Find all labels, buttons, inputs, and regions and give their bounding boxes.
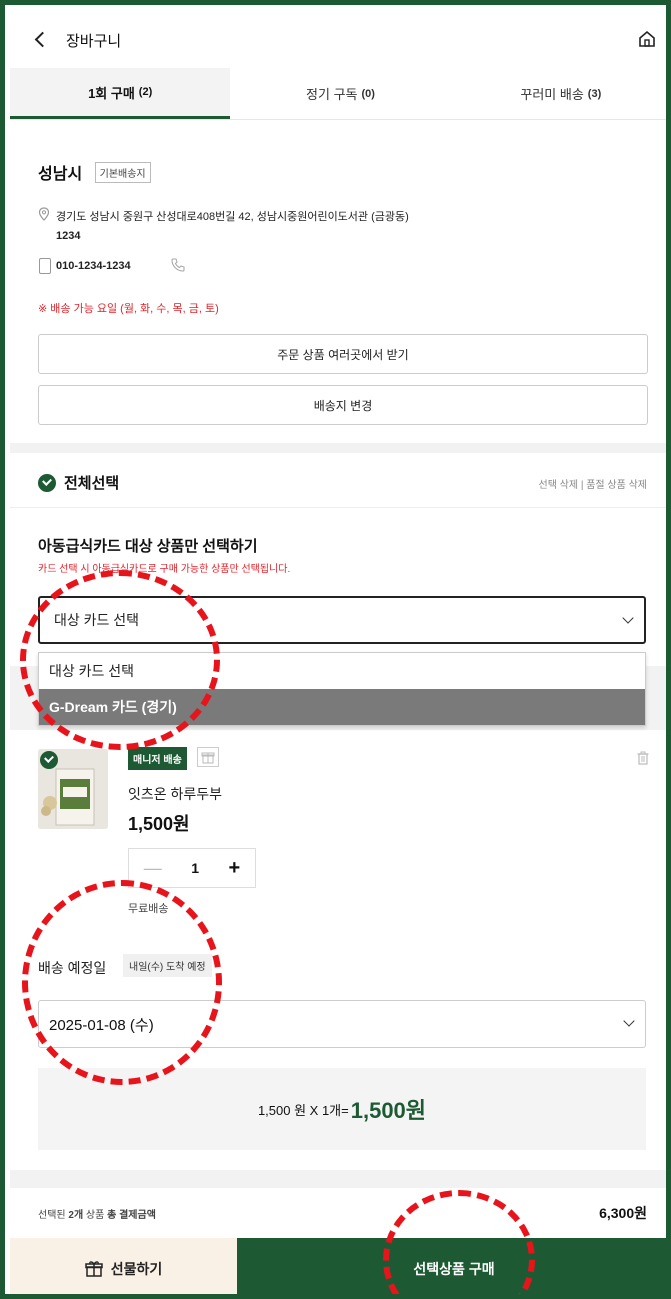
back-arrow-icon[interactable] (32, 30, 52, 50)
home-icon[interactable] (637, 29, 657, 49)
multi-address-button[interactable]: 주문 상품 여러곳에서 받기 (38, 334, 648, 374)
address-section: 성남시 기본배송지 (38, 160, 648, 184)
cart-page: 장바구니 1회 구매 (2) 정기 구독 (0) 꾸러미 배송 (3) 성남시 … (10, 10, 666, 1294)
product-price: 1,500원 (128, 814, 190, 834)
gift-button-label: 선물하기 (110, 1260, 163, 1277)
delivery-days-notice: ※ 배송 가능 요일 (월, 화, 수, 목, 금, 토) (38, 303, 219, 315)
total-label: 선택된 2개 상품 총 결제금액 (38, 1210, 156, 1221)
tab-one-time[interactable]: 1회 구매 (2) (10, 68, 231, 119)
call-icon[interactable] (170, 257, 186, 273)
card-select-dropdown: 대상 카드 선택 G-Dream 카드 (경기) (38, 652, 646, 726)
card-filter-title: 아동급식카드 대상 상품만 선택하기 (38, 538, 258, 555)
card-select-value: 대상 카드 선택 (54, 612, 140, 628)
change-address-button[interactable]: 배송지 변경 (38, 385, 648, 425)
location-pin-icon (38, 207, 50, 221)
select-all-label: 전체선택 (64, 475, 120, 492)
arrival-estimate-badge: 내일(수) 도착 예정 (123, 954, 212, 977)
tab-label: 1회 구매 (88, 85, 135, 101)
price-summary: 1,500 원 X 1개= 1,500원 (38, 1068, 646, 1150)
phone-number: 010-1234-1234 (56, 260, 131, 272)
increase-button[interactable]: + (229, 857, 241, 880)
tab-label: 정기 구독 (306, 87, 358, 102)
gift-icon[interactable] (197, 747, 219, 767)
quantity-value: 1 (191, 860, 200, 876)
address-line: 경기도 성남시 중원구 산성대로408번길 42, 성남시중원어린이도서관 (금… (56, 211, 409, 223)
decrease-button[interactable]: — (144, 858, 162, 879)
total-amount: 6,300원 (599, 1205, 647, 1221)
price-subtotal: 1,500원 (350, 1098, 427, 1123)
trash-icon[interactable] (637, 751, 649, 765)
tab-count: (3) (587, 87, 602, 100)
buy-selected-button[interactable]: 선택상품 구매 (237, 1238, 666, 1294)
free-shipping-label: 무료배송 (128, 903, 169, 915)
delete-actions[interactable]: 선택 삭제 | 품절 상품 삭제 (539, 476, 648, 491)
tab-bundle[interactable]: 꾸러미 배송 (3) (451, 68, 666, 119)
annotation-circle (22, 880, 222, 1085)
gift-button[interactable]: 선물하기 (10, 1238, 237, 1294)
tab-count: (0) (361, 87, 375, 100)
purchase-tabs: 1회 구매 (2) 정기 구독 (0) 꾸러미 배송 (3) (10, 68, 666, 120)
quantity-stepper: — 1 + (128, 848, 256, 888)
card-filter-description: 카드 선택 시 아동급식카드로 구매 가능한 상품만 선택됩니다. (38, 564, 291, 575)
address-name: 성남시 (38, 166, 83, 183)
chevron-down-icon (623, 1015, 635, 1027)
total-bar: 선택된 2개 상품 총 결제금액 6,300원 (10, 1188, 666, 1238)
tab-subscription[interactable]: 정기 구독 (0) (230, 68, 450, 119)
section-divider (10, 1170, 666, 1188)
card-select[interactable]: 대상 카드 선택 (38, 596, 646, 644)
check-circle-icon (38, 473, 56, 492)
card-option[interactable]: 대상 카드 선택 (39, 653, 645, 689)
delivery-date-value: 2025-01-08 (수) (49, 1016, 154, 1034)
product-name[interactable]: 잇츠온 하루두부 (128, 784, 222, 804)
bottom-action-bar: 선물하기 선택상품 구매 (10, 1238, 666, 1294)
default-address-badge: 기본배송지 (94, 161, 151, 183)
delivery-date-label: 배송 예정일 (38, 960, 107, 976)
chevron-down-icon (622, 612, 634, 624)
tab-label: 꾸러미 배송 (520, 87, 584, 102)
tab-count: (2) (138, 86, 153, 98)
delivery-date-select[interactable]: 2025-01-08 (수) (38, 1000, 646, 1048)
manager-delivery-badge: 매니저 배송 (128, 747, 187, 770)
section-divider (10, 443, 666, 453)
top-bar: 장바구니 (10, 10, 666, 68)
product-checkbox[interactable] (40, 751, 58, 769)
mobile-icon (39, 258, 51, 274)
gift-box-icon (84, 1260, 103, 1277)
card-option-selected[interactable]: G-Dream 카드 (경기) (39, 689, 645, 725)
price-calc: 1,500 원 X 1개= (257, 1102, 349, 1118)
app-frame: 장바구니 1회 구매 (2) 정기 구독 (0) 꾸러미 배송 (3) 성남시 … (0, 0, 671, 1299)
thin-divider (10, 507, 666, 508)
select-all-checkbox[interactable]: 전체선택 (38, 472, 119, 493)
page-title: 장바구니 (66, 33, 122, 50)
address-detail: 1234 (56, 230, 81, 242)
